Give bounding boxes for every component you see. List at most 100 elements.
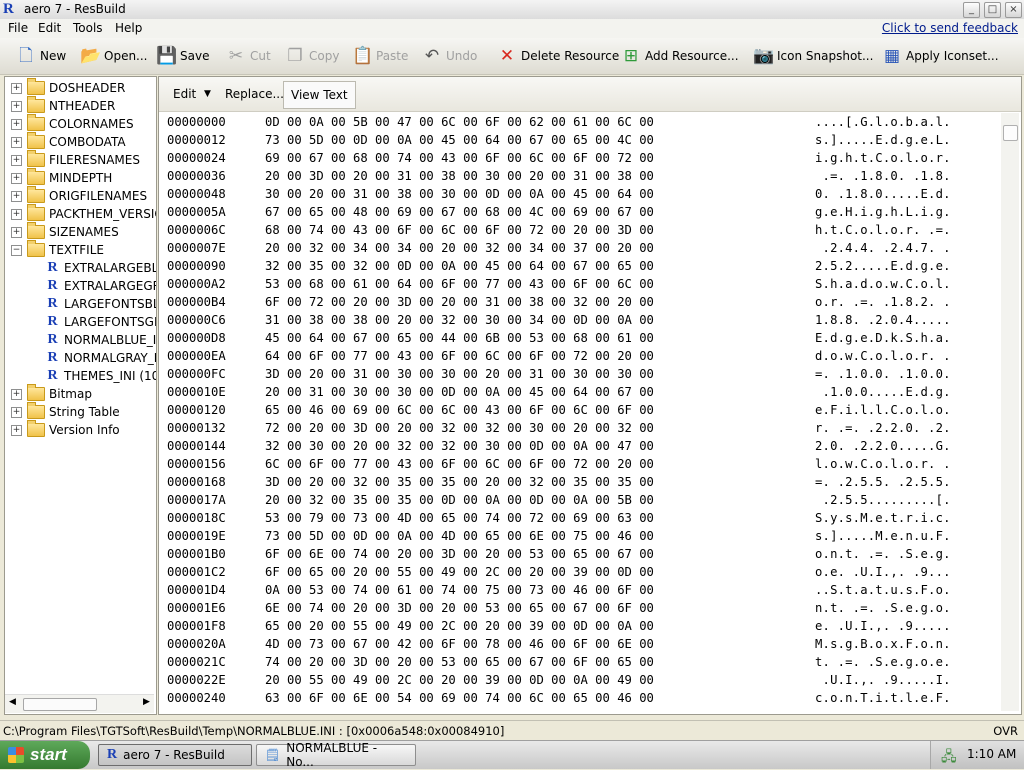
- tree-horizontal-scrollbar[interactable]: ◀ ▶: [5, 694, 154, 713]
- hex-ascii[interactable]: ....[.G.l.o.b.a.l.: [815, 113, 951, 131]
- expand-plus-icon[interactable]: +: [11, 190, 22, 202]
- copy-button[interactable]: ❐ Copy: [285, 46, 339, 66]
- hex-ascii[interactable]: .2.5.5.........[.: [815, 491, 951, 509]
- hex-ascii[interactable]: .1.0.0.....E.d.g.: [815, 383, 951, 401]
- expand-plus-icon[interactable]: +: [11, 406, 22, 418]
- cut-button[interactable]: ✂ Cut: [226, 46, 271, 66]
- hex-ascii[interactable]: e. .U.I.,. .9.....: [815, 617, 951, 635]
- tree-item[interactable]: R LARGEFONTSGR: [45, 313, 156, 331]
- hex-bytes[interactable]: 6F 00 6E 00 74 00 20 00 3D 00 20 00 53 0…: [265, 545, 654, 563]
- hex-bytes[interactable]: 20 00 32 00 34 00 34 00 20 00 32 00 34 0…: [265, 239, 654, 257]
- edit-dropdown[interactable]: Edit: [173, 87, 196, 101]
- hex-vertical-scrollbar[interactable]: [1001, 113, 1019, 711]
- hex-ascii[interactable]: =. .2.5.5. .2.5.5.: [815, 473, 951, 491]
- open-button[interactable]: 📂 Open...: [80, 46, 148, 66]
- apply-iconset-button[interactable]: ▦ Apply Iconset...: [882, 46, 999, 66]
- hex-bytes[interactable]: 30 00 20 00 31 00 38 00 30 00 0D 00 0A 0…: [265, 185, 654, 203]
- tree-item[interactable]: R EXTRALARGEBLU: [45, 259, 156, 277]
- hex-bytes[interactable]: 6F 00 65 00 20 00 55 00 49 00 2C 00 20 0…: [265, 563, 654, 581]
- hex-ascii[interactable]: .=. .1.8.0. .1.8.: [815, 167, 951, 185]
- tree-item[interactable]: + MINDEPTH: [11, 168, 112, 187]
- hex-bytes[interactable]: 3D 00 20 00 31 00 30 00 30 00 20 00 31 0…: [265, 365, 654, 383]
- menu-tools[interactable]: Tools: [73, 21, 103, 35]
- tree-item[interactable]: + String Table: [11, 402, 120, 421]
- send-feedback-link[interactable]: Click to send feedback: [882, 21, 1018, 35]
- expand-plus-icon[interactable]: +: [11, 100, 22, 112]
- expand-plus-icon[interactable]: +: [11, 136, 22, 148]
- hex-bytes[interactable]: 73 00 5D 00 0D 00 0A 00 45 00 64 00 67 0…: [265, 131, 654, 149]
- hex-ascii[interactable]: E.d.g.e.D.k.S.h.a.: [815, 329, 951, 347]
- hex-bytes[interactable]: 65 00 20 00 55 00 49 00 2C 00 20 00 39 0…: [265, 617, 654, 635]
- view-text-button[interactable]: View Text: [283, 81, 356, 109]
- hex-bytes[interactable]: 3D 00 20 00 32 00 35 00 35 00 20 00 32 0…: [265, 473, 654, 491]
- menu-file[interactable]: File: [8, 21, 28, 35]
- hex-ascii[interactable]: .U.I.,. .9.....I.: [815, 671, 951, 689]
- hex-bytes[interactable]: 20 00 31 00 30 00 30 00 0D 00 0A 00 45 0…: [265, 383, 654, 401]
- hex-ascii[interactable]: .2.4.4. .2.4.7. .: [815, 239, 951, 257]
- add-resource-button[interactable]: ⊞ Add Resource...: [621, 46, 739, 66]
- hex-bytes[interactable]: 6E 00 74 00 20 00 3D 00 20 00 53 00 65 0…: [265, 599, 654, 617]
- hex-view[interactable]: 00000000 0D 00 0A 00 5B 00 47 00 6C 00 6F…: [163, 113, 999, 713]
- hex-ascii[interactable]: S.y.s.M.e.t.r.i.c.: [815, 509, 951, 527]
- hex-ascii[interactable]: r. .=. .2.2.0. .2.: [815, 419, 951, 437]
- expand-plus-icon[interactable]: +: [11, 172, 22, 184]
- hex-bytes[interactable]: 32 00 35 00 32 00 0D 00 0A 00 45 00 64 0…: [265, 257, 654, 275]
- tree-item[interactable]: R NORMALBLUE_II: [45, 331, 156, 349]
- hex-ascii[interactable]: 2.5.2.....E.d.g.e.: [815, 257, 951, 275]
- hex-bytes[interactable]: 67 00 65 00 48 00 69 00 67 00 68 00 4C 0…: [265, 203, 654, 221]
- hex-ascii[interactable]: h.t.C.o.l.o.r. .=.: [815, 221, 951, 239]
- dropdown-arrow-icon[interactable]: ▼: [204, 89, 211, 99]
- hex-bytes[interactable]: 32 00 30 00 20 00 32 00 32 00 30 00 0D 0…: [265, 437, 654, 455]
- expand-plus-icon[interactable]: +: [11, 424, 22, 436]
- hex-bytes[interactable]: 53 00 79 00 73 00 4D 00 65 00 74 00 72 0…: [265, 509, 654, 527]
- delete-resource-button[interactable]: ✕ Delete Resource: [497, 46, 619, 66]
- tree-item[interactable]: R EXTRALARGEGRA: [45, 277, 156, 295]
- tree-item[interactable]: + COMBODATA: [11, 132, 126, 151]
- hex-ascii[interactable]: c.o.n.T.i.t.l.e.F.: [815, 689, 951, 707]
- expand-plus-icon[interactable]: +: [11, 118, 22, 130]
- tree-item[interactable]: R LARGEFONTSBLI: [45, 295, 156, 313]
- resource-tree[interactable]: + DOSHEADER + NTHEADER + COLORNAMES + COMBODATA…: [4, 76, 157, 715]
- menu-edit[interactable]: Edit: [38, 21, 61, 35]
- task-notepad[interactable]: 🗒 NORMALBLUE - No...: [256, 741, 416, 769]
- save-button[interactable]: 💾 Save: [156, 46, 209, 66]
- hex-ascii[interactable]: o.e. .U.I.,. .9...: [815, 563, 951, 581]
- resbuild-app-icon[interactable]: R: [3, 2, 18, 17]
- icon-snapshot-button[interactable]: 📷 Icon Snapshot...: [753, 46, 873, 66]
- hex-ascii[interactable]: =. .1.0.0. .1.0.0.: [815, 365, 951, 383]
- tree-item[interactable]: + PACKTHEM_VERSIO: [11, 204, 156, 223]
- expand-plus-icon[interactable]: +: [11, 208, 22, 220]
- start-button[interactable]: start: [0, 741, 90, 769]
- hex-bytes[interactable]: 0A 00 53 00 74 00 61 00 74 00 75 00 73 0…: [265, 581, 654, 599]
- hex-ascii[interactable]: e.F.i.l.l.C.o.l.o.: [815, 401, 951, 419]
- network-tray-icon[interactable]: 🖧: [941, 746, 957, 770]
- hex-bytes[interactable]: 20 00 3D 00 20 00 31 00 38 00 30 00 20 0…: [265, 167, 654, 185]
- tree-item[interactable]: + Bitmap: [11, 384, 92, 403]
- hex-ascii[interactable]: l.o.w.C.o.l.o.r. .: [815, 455, 951, 473]
- expand-plus-icon[interactable]: +: [11, 226, 22, 238]
- tree-item[interactable]: + COLORNAMES: [11, 114, 134, 133]
- tree-item[interactable]: + FILERESNAMES: [11, 150, 140, 169]
- scroll-right-icon[interactable]: ▶: [143, 697, 150, 707]
- hex-ascii[interactable]: M.s.g.B.o.x.F.o.n.: [815, 635, 951, 653]
- tree-item[interactable]: R NORMALGRAY_I: [45, 349, 156, 367]
- scroll-left-icon[interactable]: ◀: [9, 697, 16, 707]
- hex-ascii[interactable]: g.e.H.i.g.h.L.i.g.: [815, 203, 951, 221]
- hex-bytes[interactable]: 74 00 20 00 3D 00 20 00 53 00 65 00 67 0…: [265, 653, 654, 671]
- tree-item[interactable]: R THEMES_INI (103: [45, 367, 156, 385]
- menu-help[interactable]: Help: [115, 21, 142, 35]
- tree-item[interactable]: + ORIGFILENAMES: [11, 186, 147, 205]
- hex-bytes[interactable]: 64 00 6F 00 77 00 43 00 6F 00 6C 00 6F 0…: [265, 347, 654, 365]
- tree-item[interactable]: + SIZENAMES: [11, 222, 119, 241]
- hex-ascii[interactable]: 1.8.8. .2.0.4.....: [815, 311, 951, 329]
- hex-scroll-thumb[interactable]: [1003, 125, 1018, 141]
- collapse-minus-icon[interactable]: −: [11, 244, 22, 256]
- hex-ascii[interactable]: n.t. .=. .S.e.g.o.: [815, 599, 951, 617]
- maximize-button[interactable]: □: [984, 2, 1001, 18]
- hex-ascii[interactable]: ..S.t.a.t.u.s.F.o.: [815, 581, 951, 599]
- new-button[interactable]: 🗋 New: [16, 46, 66, 66]
- hex-bytes[interactable]: 45 00 64 00 67 00 65 00 44 00 6B 00 53 0…: [265, 329, 654, 347]
- hex-ascii[interactable]: t. .=. .S.e.g.o.e.: [815, 653, 951, 671]
- tree-item[interactable]: + DOSHEADER: [11, 78, 125, 97]
- hex-ascii[interactable]: o.n.t. .=. .S.e.g.: [815, 545, 951, 563]
